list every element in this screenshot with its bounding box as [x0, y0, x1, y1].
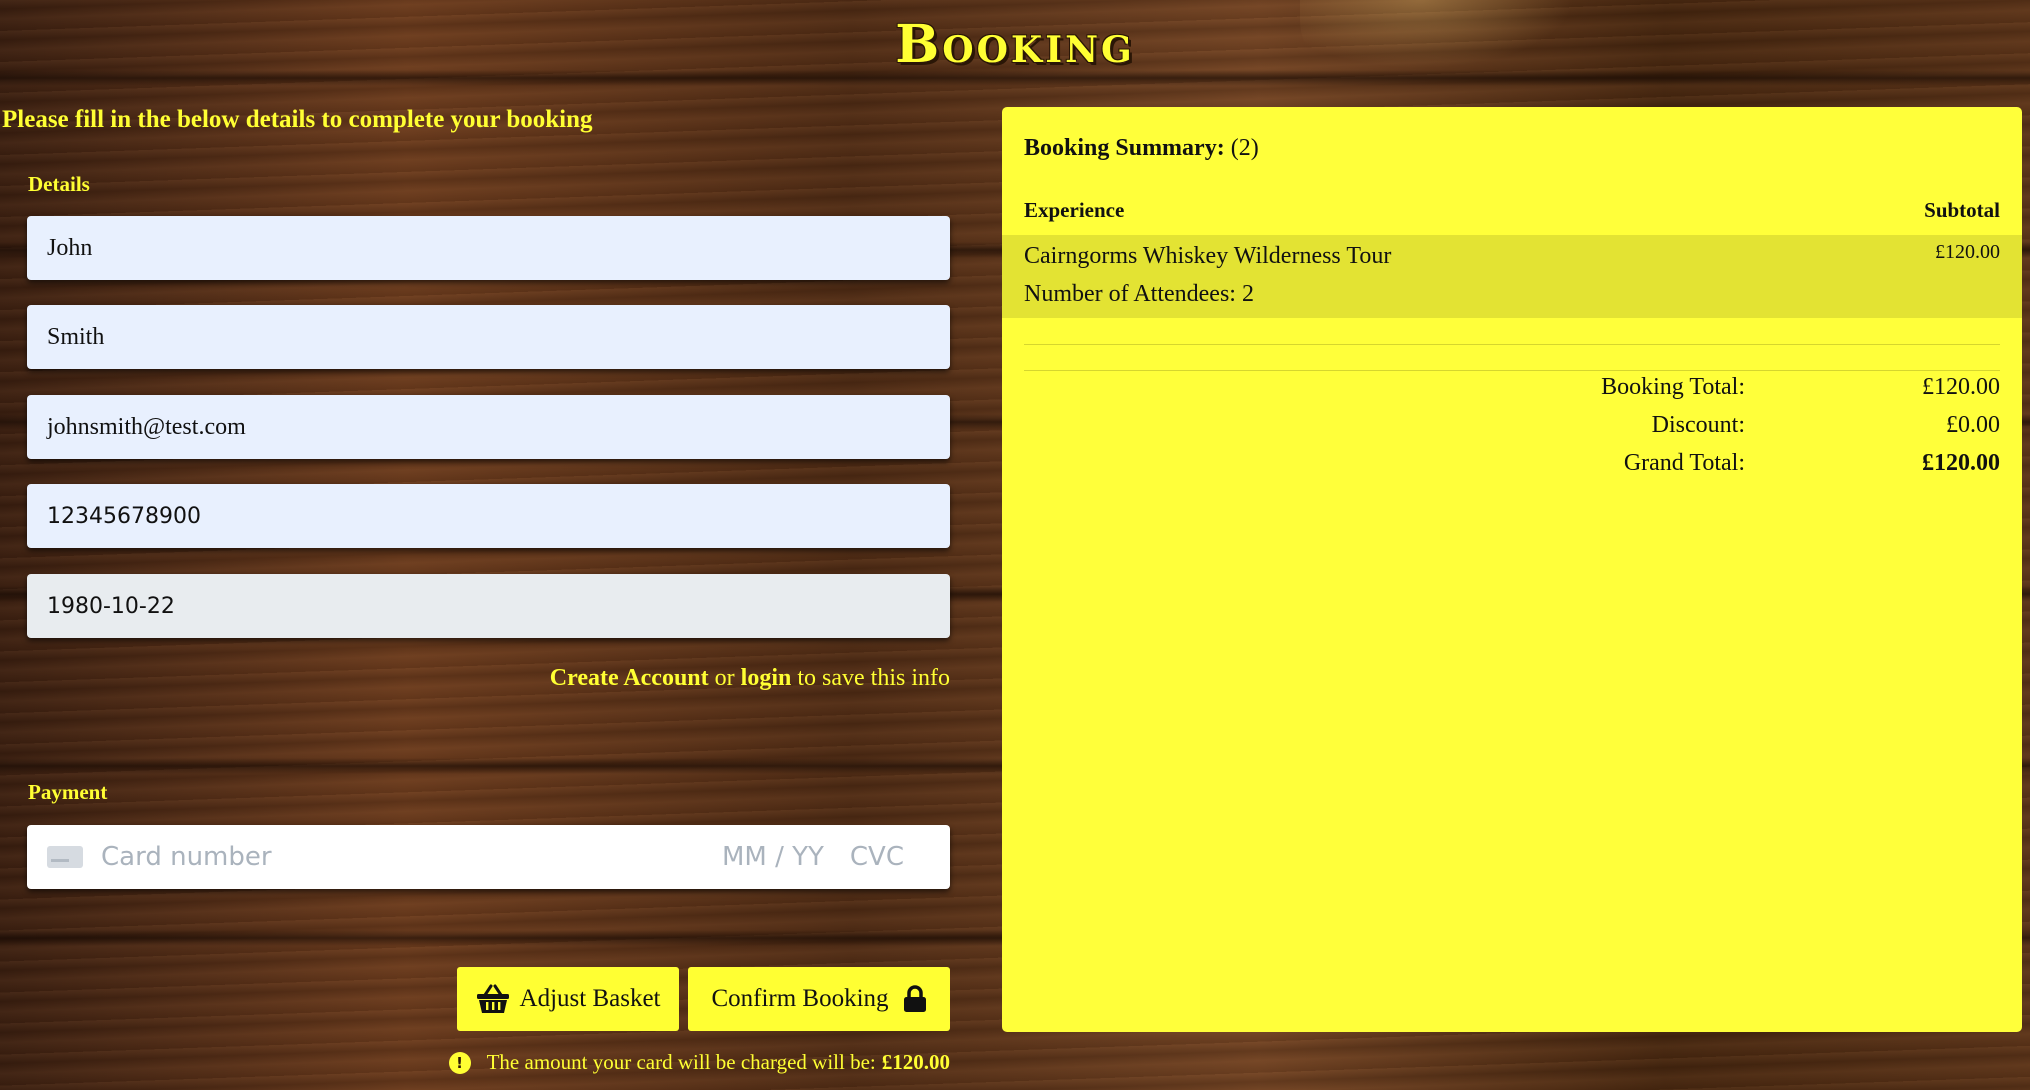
discount-value: £0.00: [1946, 412, 2000, 438]
booking-total-label: Booking Total:: [1601, 374, 1745, 400]
phone-field[interactable]: 12345678900: [27, 484, 950, 548]
booking-total-value: £120.00: [1922, 374, 2000, 400]
card-expiry-placeholder: MM / YY: [721, 842, 824, 872]
adjust-basket-label: Adjust Basket: [519, 985, 661, 1012]
credit-card-icon: [47, 846, 83, 868]
account-or-text: or: [714, 665, 735, 691]
experience-column-header: Experience: [1024, 198, 1125, 222]
create-account-link[interactable]: Create Account: [550, 665, 709, 691]
booking-summary-title: Booking Summary: (2): [1024, 135, 1259, 162]
payment-label: Payment: [28, 780, 108, 804]
adjust-basket-button[interactable]: Adjust Basket: [457, 967, 679, 1031]
subtotal-column-header: Subtotal: [1924, 198, 2000, 222]
charge-notice-amount: £120.00: [881, 1050, 950, 1074]
grand-total-label: Grand Total:: [1623, 450, 1745, 476]
item-name: Cairngorms Whiskey Wilderness Tour: [1024, 243, 1392, 269]
confirm-booking-button[interactable]: Confirm Booking: [688, 967, 950, 1031]
account-suffix-text: to save this info: [797, 665, 950, 691]
summary-item-row: Cairngorms Whiskey Wilderness Tour Numbe…: [1002, 235, 2022, 318]
email-value: johnsmith@test.com: [47, 413, 246, 440]
lock-icon: [903, 985, 927, 1013]
confirm-booking-label: Confirm Booking: [711, 985, 889, 1012]
booking-summary-heading: Booking Summary:: [1024, 135, 1225, 161]
charge-notice: ! The amount your card will be charged w…: [27, 1050, 950, 1075]
booking-summary-count: (2): [1230, 135, 1259, 161]
first-name-value: John: [47, 234, 93, 261]
date-of-birth-field[interactable]: 1980-10-22: [27, 574, 950, 638]
summary-divider-2: [1024, 370, 2000, 371]
booking-total-row: Booking Total: £120.00: [1002, 374, 2022, 410]
email-field[interactable]: johnsmith@test.com: [27, 395, 950, 459]
discount-row: Discount: £0.00: [1002, 412, 2022, 448]
details-label: Details: [28, 172, 90, 196]
login-link[interactable]: login: [741, 665, 792, 691]
last-name-value: Smith: [47, 323, 105, 350]
summary-divider: [1024, 344, 2000, 345]
card-cvc-placeholder: CVC: [849, 842, 904, 872]
item-subtotal: £120.00: [1935, 241, 2000, 263]
discount-label: Discount:: [1651, 412, 1745, 438]
booking-summary-panel: Booking Summary: (2) Experience Subtotal…: [1002, 107, 2022, 1032]
charge-notice-text: The amount your card will be charged wil…: [486, 1050, 876, 1074]
grand-total-row: Grand Total: £120.00: [1002, 450, 2022, 486]
date-of-birth-value: 1980-10-22: [47, 593, 175, 619]
card-number-placeholder: Card number: [101, 842, 272, 872]
first-name-field[interactable]: John: [27, 216, 950, 280]
basket-icon: [476, 984, 510, 1014]
grand-total-value: £120.00: [1922, 450, 2000, 476]
account-prompt: Create Account or login to save this inf…: [27, 665, 950, 692]
card-input[interactable]: Card number MM / YY CVC: [27, 825, 950, 889]
page-title: Booking: [895, 14, 1135, 75]
intro-text: Please fill in the below details to comp…: [2, 106, 593, 133]
exclamation-circle-icon: !: [448, 1051, 471, 1074]
phone-value: 12345678900: [47, 503, 201, 529]
last-name-field[interactable]: Smith: [27, 305, 950, 369]
item-attendees: Number of Attendees: 2: [1024, 281, 1254, 307]
